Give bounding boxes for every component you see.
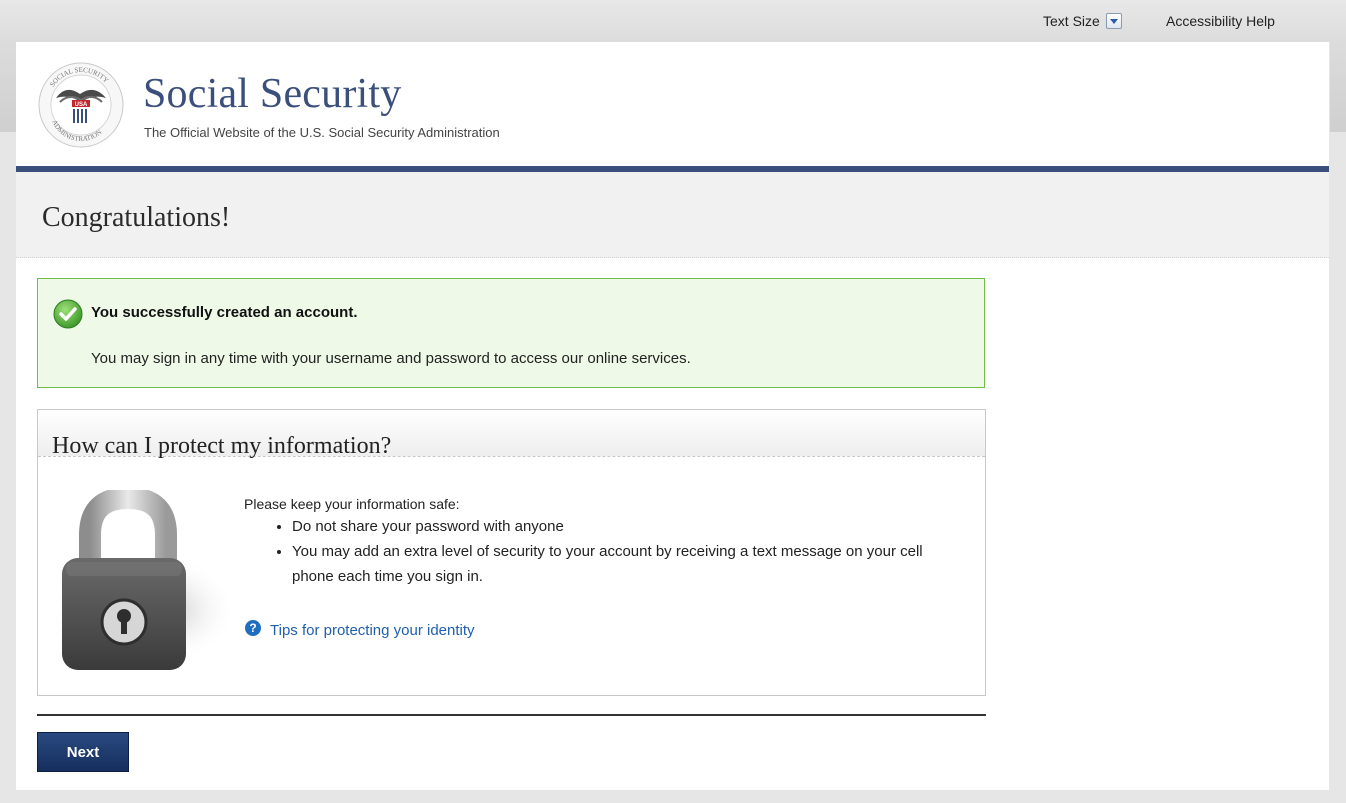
list-item: Do not share your password with anyone xyxy=(292,514,952,539)
text-size-label: Text Size xyxy=(1043,13,1100,29)
help-question-icon: ? xyxy=(244,619,262,641)
text-size-control[interactable]: Text Size xyxy=(1043,13,1122,29)
success-check-icon xyxy=(52,298,84,335)
success-text: You may sign in any time with your usern… xyxy=(91,350,691,367)
success-title: You successfully created an account. xyxy=(91,304,358,321)
site-title[interactable]: Social Security xyxy=(143,70,401,118)
actions-divider xyxy=(37,714,986,716)
protect-tips-list: Do not share your password with anyone Y… xyxy=(270,514,952,589)
next-button[interactable]: Next xyxy=(37,732,129,772)
site-subtitle: The Official Website of the U.S. Social … xyxy=(144,125,500,140)
chevron-down-icon[interactable] xyxy=(1105,13,1122,29)
protect-panel-header: How can I protect my information? xyxy=(38,410,985,459)
success-message-box: You successfully created an account. You… xyxy=(37,278,985,388)
accessibility-help-link[interactable]: Accessibility Help xyxy=(1166,13,1275,29)
left-shade xyxy=(0,42,16,132)
page-title: Congratulations! xyxy=(42,202,231,233)
utility-bar: Text Size Accessibility Help xyxy=(0,0,1346,42)
svg-text:?: ? xyxy=(249,621,256,635)
protect-panel-title: How can I protect my information? xyxy=(52,433,392,459)
site-header: USA SOCIAL SECURITY ADMINISTRATION Socia… xyxy=(16,42,1329,166)
ssa-seal-logo[interactable]: USA SOCIAL SECURITY ADMINISTRATION xyxy=(36,60,126,155)
svg-text:USA: USA xyxy=(75,102,88,108)
tips-protecting-identity-link[interactable]: ? Tips for protecting your identity xyxy=(244,619,475,641)
tips-link-label: Tips for protecting your identity xyxy=(270,621,475,639)
right-shade xyxy=(1330,42,1346,132)
list-item: You may add an extra level of security t… xyxy=(292,539,952,589)
protect-intro: Please keep your information safe: xyxy=(244,496,460,512)
padlock-icon xyxy=(48,486,238,685)
protect-info-panel: How can I protect my information? Please… xyxy=(37,409,986,696)
